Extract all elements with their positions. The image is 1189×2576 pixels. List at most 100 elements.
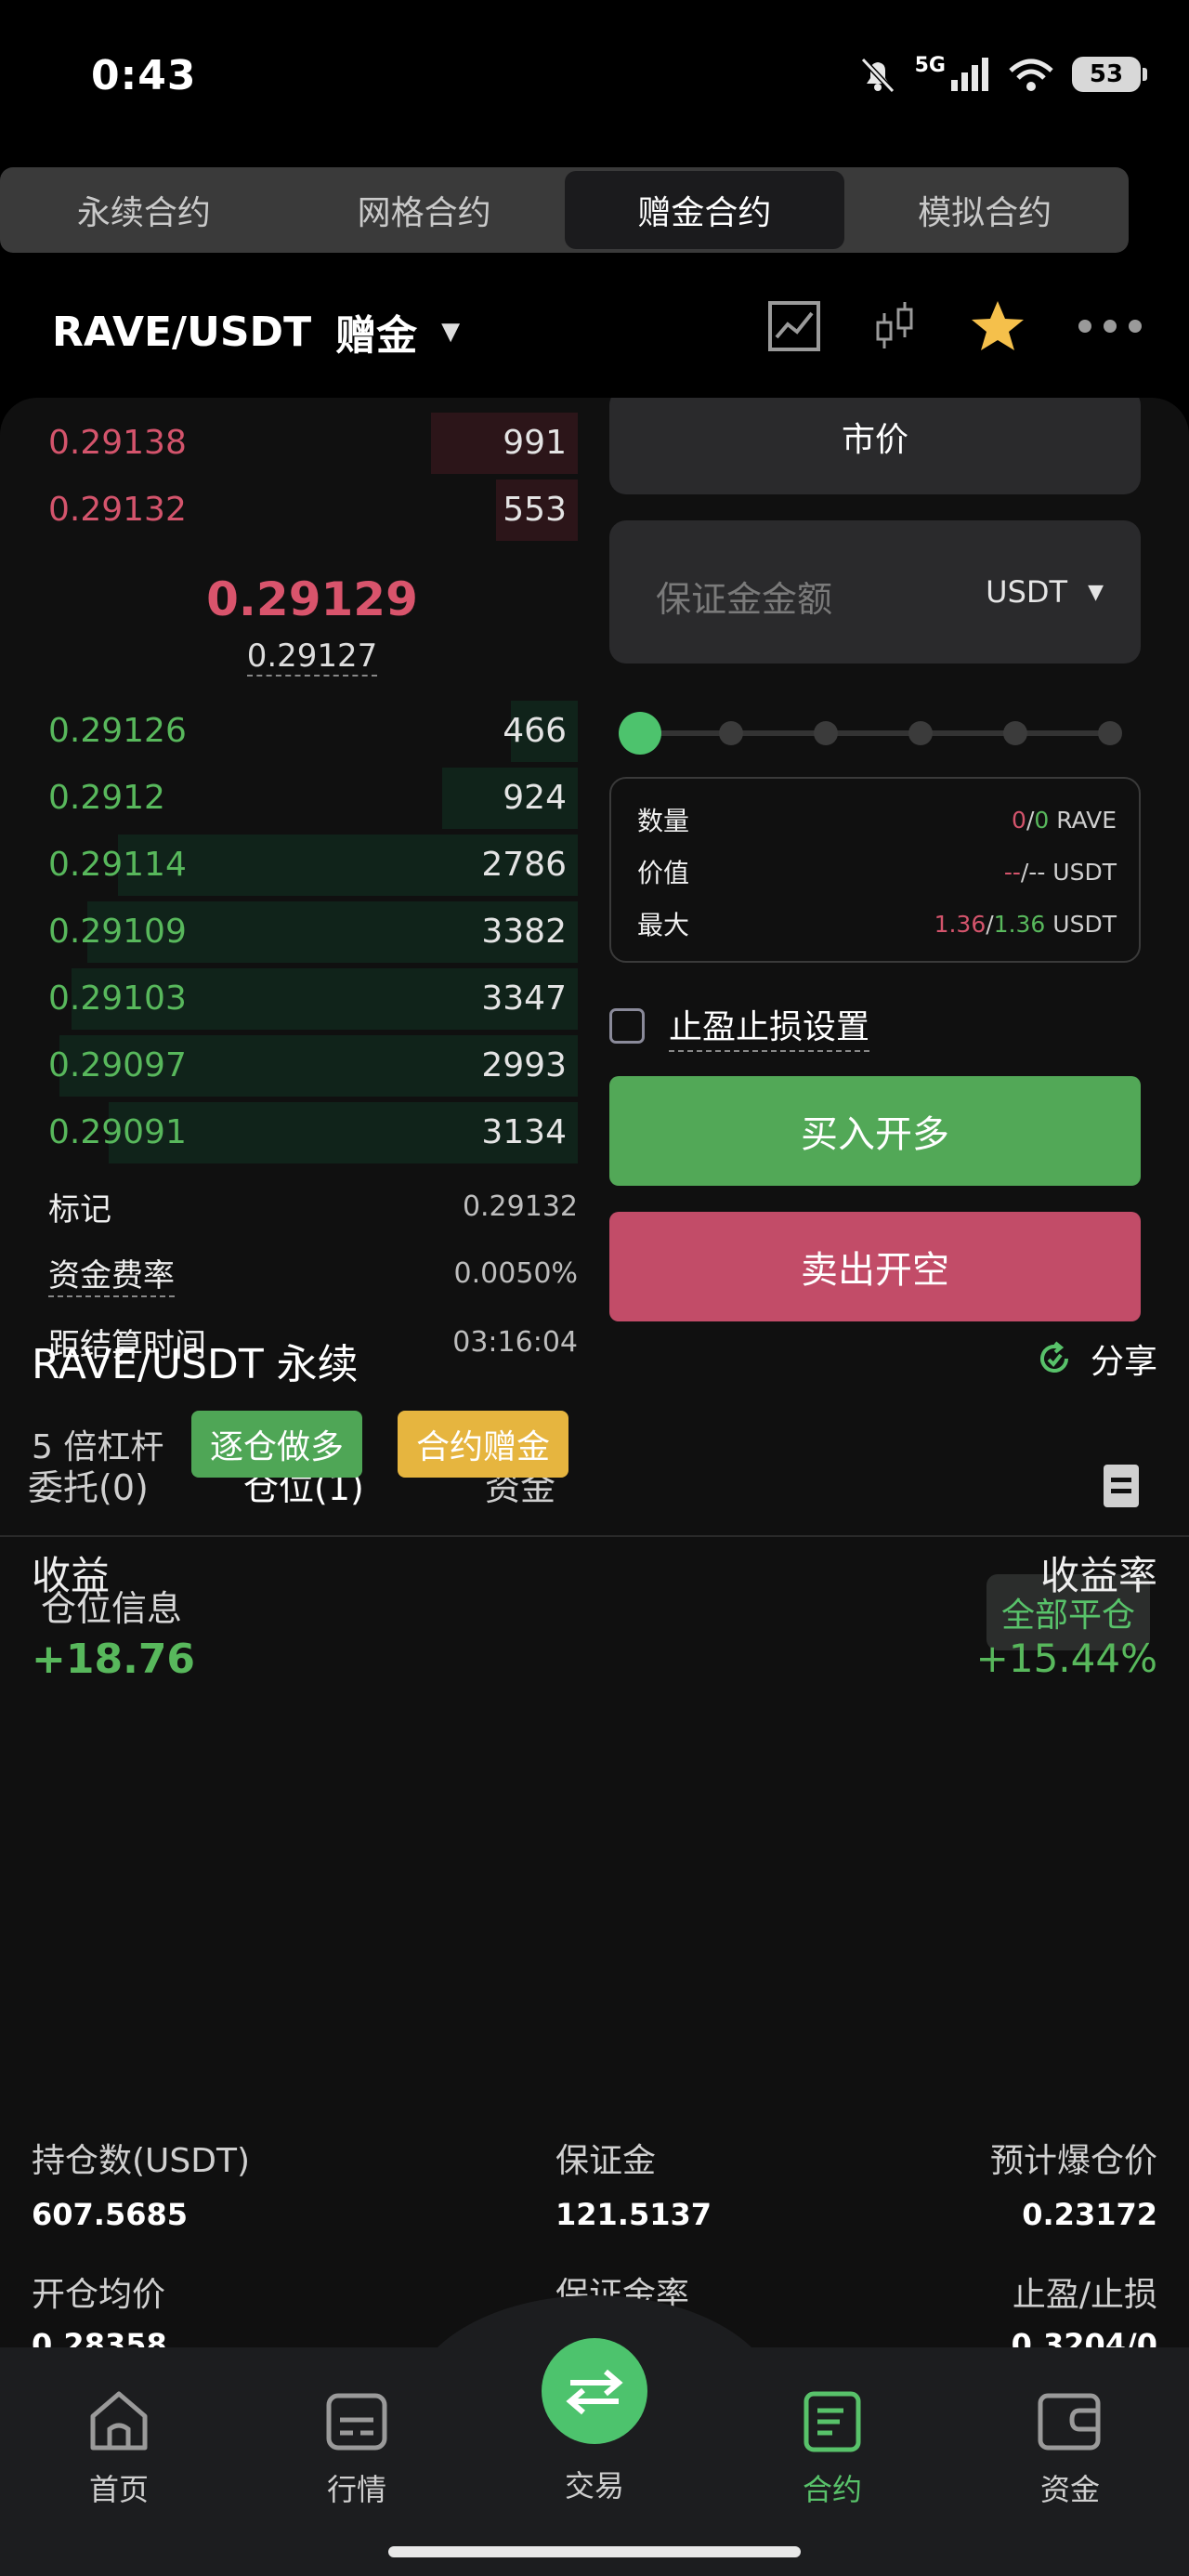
order-type-select[interactable]: 市价 bbox=[609, 398, 1141, 494]
pnl-label: 收益 bbox=[32, 1553, 111, 1598]
order-summary: 数量 0/0 RAVE 价值 --/-- USDT 最大 1.36/1.36 U… bbox=[609, 777, 1141, 963]
mute-icon bbox=[860, 57, 895, 93]
ask-row[interactable]: 0.29138 991 bbox=[0, 411, 578, 476]
tab-bonus[interactable]: 赠金合约 bbox=[564, 171, 845, 249]
nav-contract-label: 合约 bbox=[802, 2472, 862, 2507]
pair-selector[interactable]: RAVE/USDT 赠金 ▼ bbox=[52, 302, 460, 361]
bid-row[interactable]: 0.29103 3347 bbox=[0, 966, 578, 1032]
caret-down-icon: ▼ bbox=[441, 318, 461, 346]
slider-handle[interactable] bbox=[619, 712, 661, 755]
roe-value: +15.44% bbox=[975, 1636, 1157, 1681]
market-icon bbox=[326, 2393, 387, 2451]
max-label: 最大 bbox=[637, 910, 690, 940]
bid-row[interactable]: 0.2912 924 bbox=[0, 766, 578, 831]
orders-tabs: 委托(0) 仓位(1) 资金 bbox=[0, 1426, 1189, 1537]
nav-market[interactable]: 行情 bbox=[282, 2388, 431, 2509]
bid-qty: 466 bbox=[503, 712, 567, 750]
candlestick-icon[interactable] bbox=[873, 300, 918, 352]
mark-price-row: 标记 0.29132 bbox=[48, 1178, 578, 1234]
slider-step[interactable] bbox=[814, 721, 838, 745]
nav-wallet-label: 资金 bbox=[1039, 2472, 1100, 2507]
margin-unit: USDT bbox=[986, 574, 1068, 610]
home-icon bbox=[90, 2391, 148, 2451]
bid-price: 0.29114 bbox=[48, 846, 187, 884]
bid-row[interactable]: 0.29114 2786 bbox=[0, 833, 578, 898]
mid-price: 0.29129 0.29127 bbox=[0, 572, 624, 677]
bid-qty: 2993 bbox=[481, 1046, 567, 1084]
star-icon[interactable] bbox=[970, 299, 1026, 353]
position-symbol: RAVE/USDT 永续 bbox=[32, 1341, 359, 1388]
line-chart-icon[interactable] bbox=[767, 300, 821, 352]
share-icon bbox=[1039, 1341, 1068, 1373]
settle-value: 03:16:04 bbox=[452, 1325, 578, 1359]
tpsl-toggle[interactable]: 止盈止损设置 bbox=[609, 1000, 870, 1052]
more-icon[interactable] bbox=[1078, 319, 1143, 334]
bid-qty: 924 bbox=[503, 779, 567, 817]
document-icon[interactable] bbox=[1104, 1465, 1139, 1507]
size-value: 607.5685 bbox=[32, 2197, 189, 2232]
size-label: 持仓数(USDT) bbox=[32, 2142, 251, 2180]
margin-unit-select[interactable]: USDT ▼ bbox=[986, 574, 1104, 610]
slider-step[interactable] bbox=[908, 721, 933, 745]
tpsl-checkbox[interactable] bbox=[609, 1008, 645, 1044]
bid-row[interactable]: 0.29126 466 bbox=[0, 699, 578, 764]
home-indicator bbox=[388, 2546, 801, 2557]
summary-value-row: 价值 --/-- USDT bbox=[637, 853, 1117, 890]
battery-icon: 53 bbox=[1072, 57, 1147, 92]
sell-short-button[interactable]: 卖出开空 bbox=[609, 1212, 1141, 1321]
pair-symbol: RAVE/USDT bbox=[52, 308, 312, 356]
slider-step[interactable] bbox=[1098, 721, 1122, 745]
bid-price: 0.29097 bbox=[48, 1046, 187, 1084]
status-icons: 5G 53 bbox=[857, 53, 1147, 93]
caret-down-icon: ▼ bbox=[1088, 580, 1104, 604]
contract-icon bbox=[804, 2391, 861, 2452]
margin-input[interactable]: 保证金金额 USDT ▼ bbox=[609, 520, 1141, 664]
value-label: 价值 bbox=[637, 858, 690, 888]
wallet-icon bbox=[1038, 2393, 1101, 2451]
value-value: --/-- USDT bbox=[1003, 858, 1117, 886]
tpsl-value-label: 止盈/止损 bbox=[1012, 2276, 1157, 2314]
bid-qty: 2786 bbox=[481, 846, 567, 884]
trade-fab[interactable] bbox=[542, 2338, 647, 2444]
nav-contract[interactable]: 合约 bbox=[758, 2388, 907, 2509]
buy-long-button[interactable]: 买入开多 bbox=[609, 1076, 1141, 1186]
qty-value: 0/0 RAVE bbox=[1012, 806, 1117, 834]
network-label: 5G bbox=[914, 53, 946, 77]
side-badge: 逐仓做多 bbox=[191, 1411, 363, 1478]
last-price: 0.29129 bbox=[206, 572, 418, 626]
status-time: 0:43 bbox=[91, 52, 197, 99]
bid-row[interactable]: 0.29109 3382 bbox=[0, 900, 578, 965]
bid-price: 0.29103 bbox=[48, 979, 187, 1018]
nav-home-label: 首页 bbox=[88, 2472, 149, 2507]
slider-step[interactable] bbox=[1003, 721, 1027, 745]
header-actions bbox=[767, 299, 1143, 353]
bid-price: 0.29091 bbox=[48, 1113, 187, 1151]
tab-grid[interactable]: 网格合约 bbox=[284, 171, 565, 249]
qty-label: 数量 bbox=[637, 806, 690, 836]
nav-home[interactable]: 首页 bbox=[45, 2388, 193, 2509]
contract-type-tabs: 永续合约 网格合约 赠金合约 模拟合约 bbox=[0, 167, 1129, 253]
bid-qty: 3347 bbox=[481, 979, 567, 1018]
funding-value: 0.0050% bbox=[453, 1256, 578, 1290]
funding-label[interactable]: 资金费率 bbox=[48, 1250, 175, 1297]
nav-trade[interactable]: 交易 bbox=[520, 2463, 669, 2505]
roe-label: 收益率 bbox=[1039, 1553, 1157, 1598]
tab-demo[interactable]: 模拟合约 bbox=[844, 171, 1125, 249]
leverage-slider[interactable] bbox=[619, 704, 1128, 760]
nav-market-label: 行情 bbox=[326, 2472, 386, 2507]
funding-rate-row: 资金费率 0.0050% bbox=[48, 1245, 578, 1301]
ask-row[interactable]: 0.29132 553 bbox=[0, 478, 578, 543]
bid-row[interactable]: 0.29097 2993 bbox=[0, 1033, 578, 1098]
entry-label: 开仓均价 bbox=[32, 2276, 166, 2314]
slider-step[interactable] bbox=[719, 721, 743, 745]
liq-label: 预计爆仓价 bbox=[989, 2142, 1157, 2180]
margin-value: 121.5137 bbox=[555, 2197, 712, 2232]
mark-price[interactable]: 0.29127 bbox=[246, 637, 378, 677]
bid-qty: 3134 bbox=[481, 1113, 567, 1151]
share-button[interactable]: 分享 bbox=[1035, 1334, 1157, 1383]
slider-track bbox=[639, 730, 1107, 736]
tab-perpetual[interactable]: 永续合约 bbox=[4, 171, 284, 249]
nav-wallet[interactable]: 资金 bbox=[996, 2388, 1144, 2509]
ask-price: 0.29138 bbox=[48, 424, 187, 462]
bid-row[interactable]: 0.29091 3134 bbox=[0, 1100, 578, 1165]
